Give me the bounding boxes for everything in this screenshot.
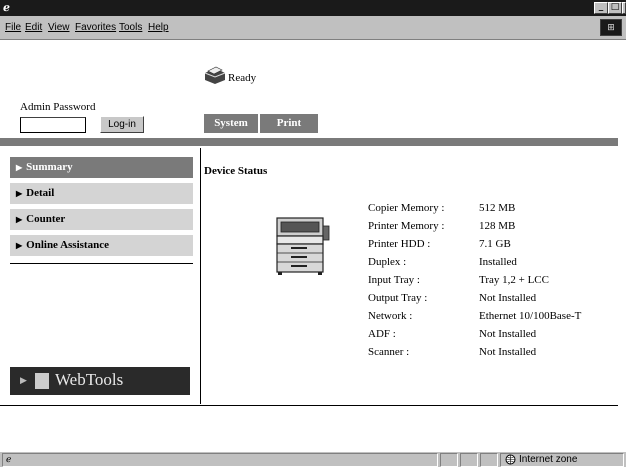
status-cell [460,453,478,467]
sidebar-divider [10,263,193,264]
globe-icon [505,454,516,465]
sidebar-item-label: Detail [26,187,55,199]
zone-label: Internet zone [519,454,578,465]
status-cell [480,453,498,467]
sidebar-item-counter[interactable]: ▶ Counter [10,209,193,230]
status-message-cell: ℯ [2,453,438,467]
tab-print[interactable]: Print [260,114,318,133]
menu-edit[interactable]: Edit [25,22,42,33]
spec-value: Tray 1,2 + LCC [479,274,549,286]
webtools-label: WebTools [55,370,124,389]
spec-label: Duplex : [368,256,407,268]
menu-tools[interactable]: Tools [119,22,142,33]
maximize-button[interactable]: □ [608,2,622,14]
login-button[interactable]: Log-in [100,116,144,133]
vertical-divider [200,148,201,404]
ie-app-icon: ℯ [3,1,10,14]
spec-label: Printer Memory : [368,220,445,232]
spec-value: Ethernet 10/100Base-T [479,310,582,322]
minimize-button[interactable]: _ [594,2,608,14]
status-cell [440,453,458,467]
spec-label: Input Tray : [368,274,420,286]
page-content: Ready Admin Password Log-in System Print… [0,41,626,451]
header-separator-bar [0,138,618,146]
spec-label: ADF : [368,328,396,340]
sidebar-item-online-assistance[interactable]: ▶ Online Assistance [10,235,193,256]
webtools-banner[interactable]: ▶ WebTools [10,367,190,395]
spec-value: Installed [479,256,517,268]
menu-bar: File Edit View Favorites Tools Help ⊞ [0,16,626,40]
fuji-xerox-logo-icon [35,373,49,389]
spec-value: 7.1 GB [479,238,511,250]
spec-value: Not Installed [479,292,537,304]
spec-label: Output Tray : [368,292,428,304]
menu-file[interactable]: File [5,22,21,33]
menu-view[interactable]: View [48,22,70,33]
page-icon: ℯ [6,454,12,464]
sidebar-item-summary[interactable]: ▶ Summary [10,157,193,178]
windows-logo-icon: ⊞ [600,19,622,36]
printer-status-icon [204,66,226,84]
sidebar-item-label: Counter [26,213,66,225]
spec-value: Not Installed [479,346,537,358]
admin-password-label: Admin Password [20,101,96,113]
title-bar: ℯ _ □ [0,0,626,16]
spec-label: Copier Memory : [368,202,445,214]
close-button[interactable] [622,2,626,14]
status-text: Ready [228,72,257,84]
sidebar-item-detail[interactable]: ▶ Detail [10,183,193,204]
triangle-right-icon: ▶ [20,375,27,385]
device-status-title: Device Status [204,165,268,177]
sidebar-item-label: Summary [26,161,73,173]
menu-help[interactable]: Help [148,22,169,33]
spec-label: Scanner : [368,346,410,358]
admin-password-input[interactable] [20,117,86,133]
sidebar-item-label: Online Assistance [26,239,109,251]
spec-label: Printer HDD : [368,238,431,250]
spec-label: Network : [368,310,413,322]
triangle-right-icon: ▶ [16,241,23,250]
copier-device-image [276,217,330,275]
spec-value: 512 MB [479,202,516,214]
spec-value: 128 MB [479,220,516,232]
status-bar: ℯ Internet zone [0,451,626,467]
tab-system[interactable]: System [204,114,258,133]
triangle-right-icon: ▶ [16,189,23,198]
spec-value: Not Installed [479,328,537,340]
triangle-right-icon: ▶ [16,163,23,172]
triangle-right-icon: ▶ [16,215,23,224]
bottom-divider [0,405,618,406]
menu-favorites[interactable]: Favorites [75,22,116,33]
